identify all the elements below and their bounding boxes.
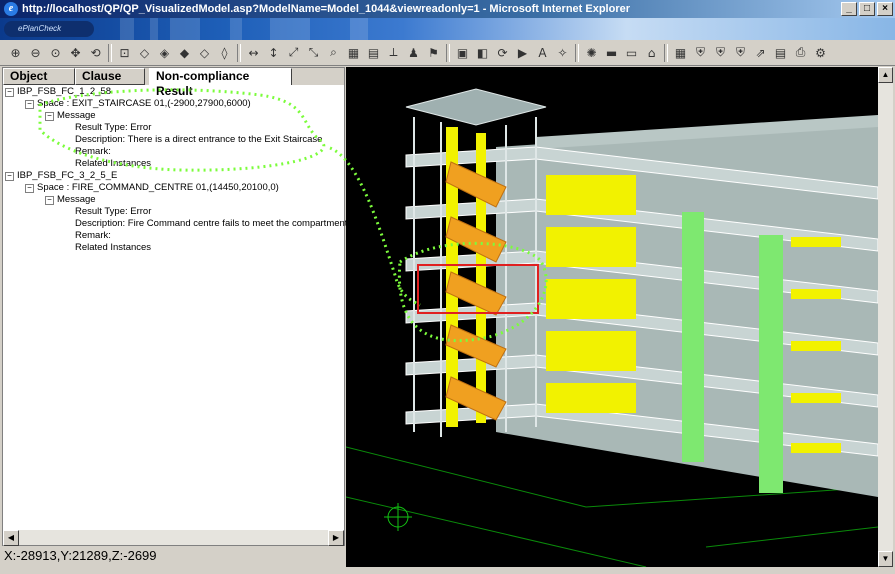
tab-clause[interactable]: Clause [75,68,145,85]
tab-bar: Object Clause Non-compliance Result [3,68,344,98]
tree-leaf[interactable]: Description: Fire Command centre fails t… [75,218,347,230]
grid-icon[interactable]: ▦ [344,43,363,63]
building-model[interactable] [346,67,878,567]
fit-icon[interactable]: ⊡ [115,43,134,63]
flag-icon[interactable]: ⚑ [424,43,443,63]
model-viewport[interactable] [346,67,878,567]
tree-node[interactable]: − Message [45,194,96,206]
tab-non-compliance-result[interactable]: Non-compliance Result [149,68,292,98]
axis-x-icon[interactable]: ↔ [244,43,263,63]
frame-icon[interactable]: ▦ [671,43,690,63]
box-icon[interactable]: ▣ [453,43,472,63]
layers-icon[interactable]: ▤ [364,43,383,63]
maximize-button[interactable]: □ [859,2,875,16]
window-controls: _ □ × [841,2,893,16]
toolbar-separator [575,43,579,62]
minimize-button[interactable]: _ [841,2,857,16]
app-banner: ePlanCheck [0,18,895,40]
axis-w-icon[interactable]: ⤡ [304,43,323,63]
collapse-icon[interactable]: − [45,195,54,205]
building-icon[interactable]: ⌂ [642,43,661,63]
tab-object[interactable]: Object [3,68,75,85]
title-bar: e http://localhost/QP/QP_VisualizedModel… [0,0,895,18]
window-bottom-border [0,567,895,574]
shield-3-icon[interactable]: ⛨ [731,43,750,63]
camera-icon[interactable]: ▭ [622,43,641,63]
tree-node[interactable]: − Message [45,110,96,122]
tree-node[interactable]: − Space : EXIT_STAIRCASE 01,(-2900,27900,… [25,98,251,110]
zoom-in-icon[interactable]: ⊕ [6,43,25,63]
toolbar-separator [446,43,450,62]
view-iso-5-icon[interactable]: ◊ [215,43,234,63]
coordinate-readout: X:-28913,Y:21289,Z:-2699 [2,547,345,565]
find-icon[interactable]: ⌕ [324,43,343,63]
orbit-icon[interactable]: ⟳ [493,43,512,63]
tree-leaf[interactable]: Description: There is a direct entrance … [75,134,322,146]
tree-leaf[interactable]: Related Instances [75,242,151,254]
target-icon[interactable]: ✧ [553,43,572,63]
report-icon[interactable]: ▤ [771,43,790,63]
text-icon[interactable]: A [533,43,552,63]
section-icon[interactable]: ◧ [473,43,492,63]
zoom-window-icon[interactable]: ⊙ [46,43,65,63]
shield-2-icon[interactable]: ⛨ [711,43,730,63]
view-iso-3-icon[interactable]: ◆ [175,43,194,63]
scroll-left-icon[interactable]: ◀ [3,530,19,546]
settings-icon[interactable]: ⚙ [811,43,830,63]
measure-icon[interactable]: ⟂ [384,43,403,63]
collapse-icon[interactable]: − [5,87,14,97]
view-iso-2-icon[interactable]: ◈ [155,43,174,63]
shield-1-icon[interactable]: ⛨ [691,43,710,63]
tree-node[interactable]: − Space : FIRE_COMMAND_CENTRE 01,(14450,2… [25,182,279,194]
scroll-up-icon[interactable]: ▲ [878,67,893,83]
collapse-icon[interactable]: − [45,111,54,121]
collapse-icon[interactable]: − [5,171,14,181]
print-icon[interactable]: ⎙ [791,43,810,63]
zoom-out-icon[interactable]: ⊖ [26,43,45,63]
export-icon[interactable]: ⇗ [751,43,770,63]
select-icon[interactable]: ▶ [513,43,532,63]
toolbar-separator [108,43,112,62]
axis-y-icon[interactable]: ↕ [264,43,283,63]
tree-node[interactable]: − IBP_FSB_FC_1_2_58 [5,86,111,98]
tree-leaf[interactable]: Result Type: Error [75,122,151,134]
app-logo: ePlanCheck [4,21,94,37]
collapse-icon[interactable]: − [25,99,34,109]
toolbar: ⊕ ⊖ ⊙ ✥ ⟲ ⊡ ◇ ◈ ◆ ◇ ◊ ↔ ↕ ⤢ ⤡ ⌕ ▦ ▤ ⟂ ♟ ⚑ ▣ ◧ ⟳ ▶ A ✧ ✺ ▬ ▭ ⌂ ▦ ⛨ ⛨ ⛨ ⇗ ▤ ⎙ ⚙ [0,40,895,66]
walk-icon[interactable]: ♟ [404,43,423,63]
tree-node[interactable]: − IBP_FSB_FC_3_2_5_E [5,170,117,182]
view-iso-4-icon[interactable]: ◇ [195,43,214,63]
tree-leaf[interactable]: Remark: [75,230,111,242]
toolbar-separator [664,43,668,62]
horizontal-scrollbar[interactable]: ◀ ▶ [3,529,344,546]
close-button[interactable]: × [877,2,893,16]
tree-leaf[interactable]: Result Type: Error [75,206,151,218]
scroll-right-icon[interactable]: ▶ [328,530,344,546]
collapse-icon[interactable]: − [25,183,34,193]
ruler-icon[interactable]: ▬ [602,43,621,63]
ie-icon: e [4,2,18,16]
window-title: http://localhost/QP/QP_VisualizedModel.a… [22,3,631,15]
tree-leaf[interactable]: Remark: [75,146,111,158]
toolbar-separator [237,43,241,62]
result-panel: Object Clause Non-compliance Result − IBP… [2,67,347,546]
rotate-icon[interactable]: ⟲ [86,43,105,63]
light-icon[interactable]: ✺ [582,43,601,63]
tree-leaf[interactable]: Related Instances [75,158,151,170]
pan-icon[interactable]: ✥ [66,43,85,63]
result-tree: − IBP_FSB_FC_1_2_58 − Space : EXIT_STAIRCA… [3,85,347,535]
vertical-scrollbar[interactable]: ▲ ▼ [878,67,893,567]
axis-z-icon[interactable]: ⤢ [284,43,303,63]
view-iso-1-icon[interactable]: ◇ [135,43,154,63]
scroll-down-icon[interactable]: ▼ [878,551,893,567]
